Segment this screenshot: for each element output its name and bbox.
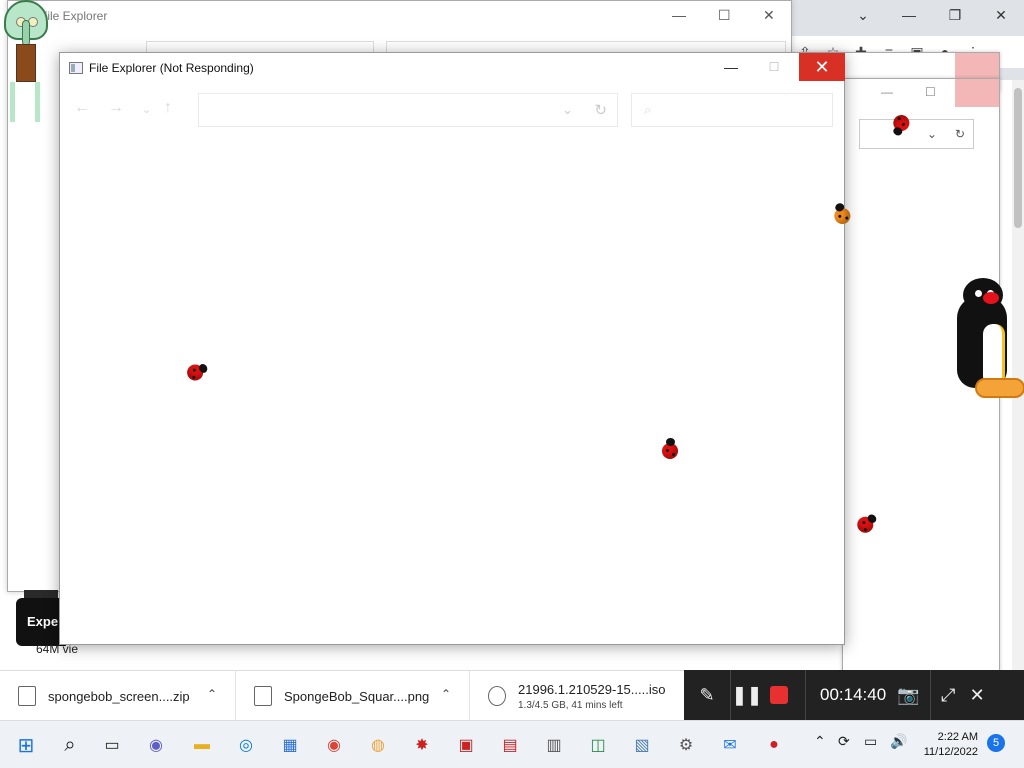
search-box[interactable]: ⌕ xyxy=(631,93,833,127)
back-window-title: File Explorer xyxy=(40,9,108,23)
recent-chevron-icon[interactable]: ⌄ xyxy=(142,103,151,116)
download-item[interactable]: 21996.1.210529-15.....iso 1.3/4.5 GB, 41… xyxy=(470,671,684,721)
task-view-icon[interactable]: ▭ xyxy=(100,733,124,757)
search-icon: ⌕ xyxy=(644,102,652,117)
ladybug-icon xyxy=(658,438,682,462)
refresh-icon[interactable]: ↻ xyxy=(955,127,965,141)
chevron-up-icon[interactable]: ⌃ xyxy=(441,687,451,701)
downloads-bar: spongebob_screen....zip ⌃ SpongeBob_Squa… xyxy=(0,670,684,721)
bucket-app-icon[interactable]: ◫ xyxy=(586,733,610,757)
forward-arrow-icon[interactable]: → xyxy=(108,99,124,117)
download-item[interactable]: spongebob_screen....zip ⌃ xyxy=(0,671,236,721)
zip-file-icon xyxy=(18,686,36,706)
refresh-icon[interactable]: ↻ xyxy=(594,101,607,119)
main-explorer-window: File Explorer (Not Responding) — ☐ ✕ ← →… xyxy=(59,52,845,645)
stacked-minimize-button[interactable]: — xyxy=(881,85,893,99)
browser-minimize-button[interactable]: — xyxy=(898,6,920,24)
pingu-app-icon[interactable]: ● xyxy=(762,733,786,757)
stop-button[interactable] xyxy=(763,670,795,720)
edge-icon[interactable]: ◎ xyxy=(234,733,258,757)
back-maximize-button[interactable]: ☐ xyxy=(718,7,731,24)
maximize-button[interactable]: ☐ xyxy=(763,53,785,81)
volume-icon[interactable]: 🔊 xyxy=(890,733,907,750)
back-minimize-button[interactable]: — xyxy=(672,7,686,23)
download-progress-text: 1.3/4.5 GB, 41 mins left xyxy=(518,699,623,711)
address-dropdown-icon[interactable]: ⌄ xyxy=(562,102,573,118)
close-recorder-icon[interactable]: ✕ xyxy=(965,670,989,720)
stacked-maximize-button[interactable]: ☐ xyxy=(925,85,936,99)
browser-close-button[interactable]: ✕ xyxy=(990,6,1012,24)
chevron-up-icon[interactable]: ⌃ xyxy=(207,687,217,701)
network-icon[interactable]: ▭ xyxy=(864,733,877,750)
start-button[interactable]: ⊞ xyxy=(14,733,38,757)
clock[interactable]: 2:22 AM 11/12/2022 xyxy=(918,730,978,760)
browser-restore-button[interactable]: ❐ xyxy=(944,6,966,24)
clock-time: 2:22 AM xyxy=(937,731,978,743)
chevron-up-icon[interactable]: ⌃ xyxy=(814,733,826,750)
mail-icon[interactable]: ✉ xyxy=(718,733,742,757)
address-bar[interactable]: ⌄ ↻ xyxy=(198,93,618,127)
recording-timer: 00:14:40 xyxy=(820,685,887,704)
monitor-app-icon[interactable]: ▧ xyxy=(630,733,654,757)
stacked-address-bar[interactable]: ⌄ ↻ xyxy=(859,119,974,149)
minimize-button[interactable]: — xyxy=(720,53,742,81)
download-item[interactable]: SpongeBob_Squar....png ⌃ xyxy=(236,671,470,721)
app-red-icon[interactable]: ✸ xyxy=(410,733,434,757)
download-name: SpongeBob_Squar....png xyxy=(284,688,430,704)
stacked-close-button[interactable] xyxy=(955,79,999,107)
chat-icon[interactable]: ◉ xyxy=(144,733,168,757)
vm-app-icon[interactable]: ▥ xyxy=(542,733,566,757)
back-close-button[interactable]: ✕ xyxy=(763,7,775,24)
close-button[interactable]: ✕ xyxy=(799,53,845,81)
notification-badge[interactable]: 5 xyxy=(987,734,1005,752)
explorer-app-icon xyxy=(69,62,83,74)
penguin-sprite xyxy=(955,278,1024,400)
search-icon[interactable]: ⌕ xyxy=(58,733,82,757)
pen-icon[interactable]: ✎ xyxy=(684,670,730,720)
download-name: 21996.1.210529-15.....iso xyxy=(518,681,666,697)
chrome-icon[interactable]: ◉ xyxy=(322,733,346,757)
video-app-icon[interactable]: ▤ xyxy=(498,733,522,757)
window-title: File Explorer (Not Responding) xyxy=(89,61,254,75)
iso-file-icon xyxy=(488,686,506,706)
store-icon[interactable]: ▦ xyxy=(278,733,302,757)
screen-recorder-bar: ✎ ❚❚ 00:14:40 📷 ⤢ ✕ xyxy=(684,670,1024,720)
settings-icon[interactable]: ⚙ xyxy=(674,733,698,757)
png-file-icon xyxy=(254,686,272,706)
minimize-recorder-icon[interactable]: ⤢ xyxy=(931,670,965,720)
file-explorer-icon[interactable]: ▬ xyxy=(190,733,214,757)
stacked-close-button[interactable] xyxy=(955,53,999,81)
taskbar: ⊞ ⌕ ▭ ◉ ▬ ◎ ▦ ◉ ◍ ✸ ▣ ▤ ▥ ◫ ▧ ⚙ ✉ ● ⌃ ⟳ … xyxy=(0,720,1024,768)
chevron-down-icon[interactable]: ⌄ xyxy=(852,6,874,24)
browser-alt-icon[interactable]: ◍ xyxy=(366,733,390,757)
recorder-app-icon[interactable]: ▣ xyxy=(454,733,478,757)
pause-button[interactable]: ❚❚ xyxy=(731,670,763,720)
scrollbar-thumb[interactable] xyxy=(1014,88,1022,228)
up-arrow-icon[interactable]: ↑ xyxy=(164,99,172,117)
camera-icon[interactable]: 📷 xyxy=(894,670,922,720)
back-arrow-icon[interactable]: ← xyxy=(74,99,90,117)
download-name: spongebob_screen....zip xyxy=(48,688,190,704)
sync-icon[interactable]: ⟳ xyxy=(838,733,850,750)
squidward-sprite xyxy=(4,0,50,124)
chevron-down-icon[interactable]: ⌄ xyxy=(927,127,937,141)
clock-date: 11/12/2022 xyxy=(923,746,978,758)
